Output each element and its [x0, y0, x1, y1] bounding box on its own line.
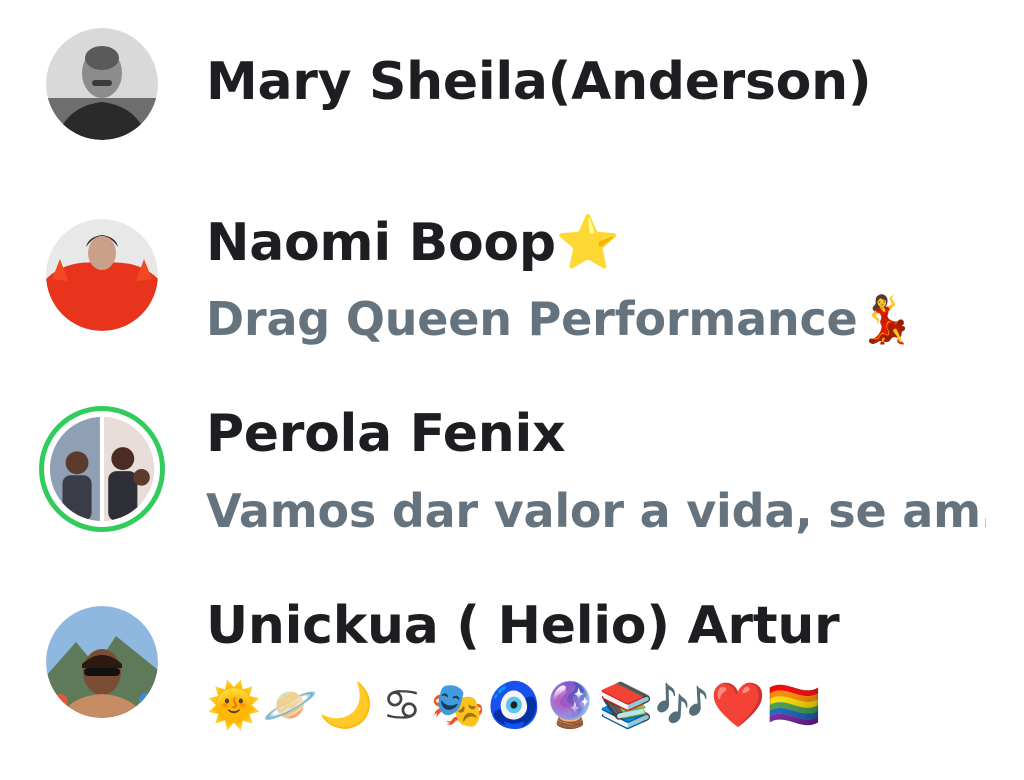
ringed-planet-icon: 🪐: [262, 680, 318, 731]
contact-row-mary-sheila[interactable]: Mary Sheila(Anderson): [0, 0, 1024, 170]
avatar-photo: [46, 219, 158, 331]
dancer-icon: 💃: [857, 292, 915, 346]
avatar[interactable]: [46, 606, 158, 718]
contact-name: Naomi Boop⭐: [206, 213, 621, 273]
contact-status: Drag Queen Performance💃: [206, 292, 915, 346]
avatar[interactable]: [46, 28, 158, 140]
heart-icon: ❤️: [710, 680, 766, 731]
contact-row-naomi-boop[interactable]: Naomi Boop⭐ Drag Queen Performance💃: [0, 200, 1024, 370]
contact-list: Mary Sheila(Anderson) Naomi Boop⭐ Drag Q…: [0, 0, 1024, 780]
theater-masks-icon: 🎭: [430, 680, 486, 731]
evil-eye-icon: 🧿: [486, 680, 542, 731]
star-icon: ⭐: [555, 213, 621, 273]
contact-row-perola-fenix[interactable]: Perola Fenix Vamos dar valor a vida, se …: [0, 392, 1024, 562]
crescent-moon-icon: 🌙: [318, 680, 374, 731]
contact-name: Mary Sheila(Anderson): [206, 52, 872, 112]
avatar[interactable]: [46, 219, 158, 331]
avatar-photo: [46, 28, 158, 140]
contact-status-emojis: 🌞🪐🌙 ♋ 🎭🧿🔮📚🎶❤️🏳️‍🌈: [206, 678, 822, 734]
rainbow-flag-icon: 🏳️‍🌈: [766, 680, 822, 731]
avatar-photo: [46, 606, 158, 718]
crystal-ball-icon: 🔮: [542, 680, 598, 731]
sun-icon: 🌞: [206, 680, 262, 731]
contact-name: Perola Fenix: [206, 404, 566, 464]
music-notes-icon: 🎶: [654, 680, 710, 731]
avatar-photo: [50, 417, 154, 521]
contact-name: Unickua ( Helio) Artur: [206, 596, 840, 656]
avatar-with-story-ring[interactable]: [39, 406, 165, 532]
cancer-zodiac-icon: ♋: [382, 680, 422, 731]
books-icon: 📚: [598, 680, 654, 731]
contact-status: Vamos dar valor a vida, se am...: [206, 484, 986, 538]
